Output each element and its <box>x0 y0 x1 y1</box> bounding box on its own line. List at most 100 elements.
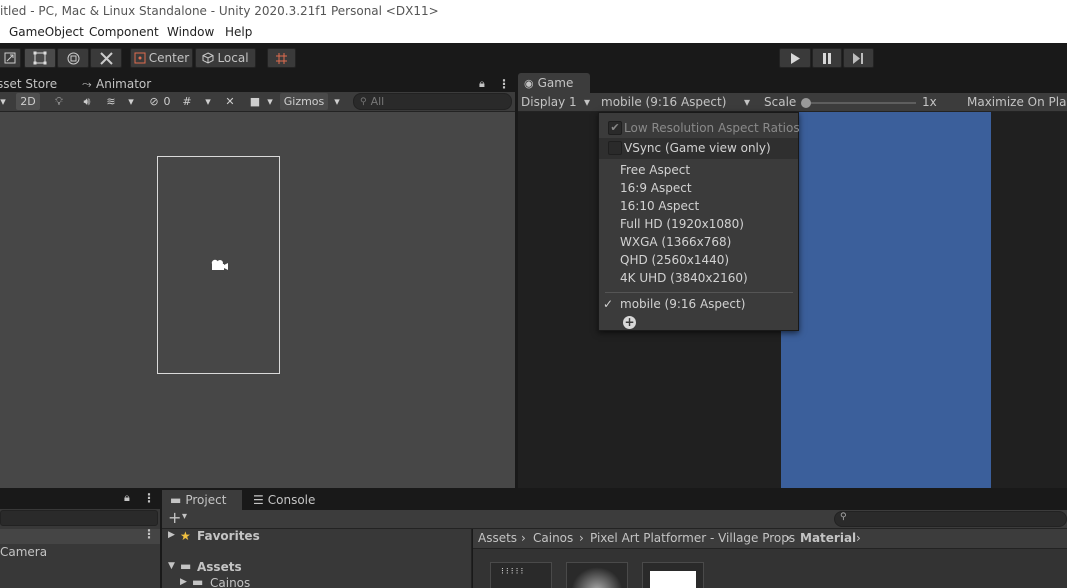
tab-asset-store[interactable]: sset Store <box>0 76 57 92</box>
rect-tool-button[interactable] <box>24 48 56 68</box>
cainos-folder-label[interactable]: Cainos <box>210 576 250 588</box>
create-dropdown-arrow-icon[interactable]: ▾ <box>182 511 187 522</box>
breadcrumb-separator-icon: › <box>579 531 584 545</box>
audio-toggle-icon[interactable]: 🔊︎ <box>76 93 98 110</box>
vsync-toggle[interactable]: VSync (Game view only) <box>599 138 798 159</box>
scene-tools-icon[interactable]: ✕ <box>221 93 239 110</box>
camera-settings-icon[interactable]: ■ <box>247 93 263 110</box>
tab-console[interactable]: ☰ Console <box>247 490 327 510</box>
menu-gameobject[interactable]: GameObject <box>9 22 84 42</box>
aspect-option-free[interactable]: Free Aspect <box>599 161 798 179</box>
hierarchy-item-camera[interactable]: Camera <box>0 545 47 559</box>
play-icon <box>791 52 800 64</box>
low-resolution-toggle[interactable]: ✔ Low Resolution Aspect Ratios <box>599 119 800 137</box>
breadcrumb-material[interactable]: Material <box>800 531 856 545</box>
scale-value: 1x <box>922 95 937 109</box>
scale-slider-handle[interactable] <box>801 98 811 108</box>
aspect-option-mobile[interactable]: ✓ mobile (9:16 Aspect) <box>599 295 798 313</box>
aspect-option-16-10[interactable]: 16:10 Aspect <box>599 197 798 215</box>
tab-game[interactable]: ◉ Game <box>518 73 590 93</box>
grid-dropdown-arrow-icon[interactable]: ▾ <box>201 93 215 110</box>
breadcrumb-separator-icon: › <box>521 531 526 545</box>
create-asset-button[interactable]: + <box>168 508 181 527</box>
low-resolution-label: Low Resolution Aspect Ratios <box>624 121 800 135</box>
low-resolution-checkbox[interactable]: ✔ <box>608 121 622 135</box>
asset-thumbnail-dots: ⁝⁝⁝⁝⁝ <box>501 567 526 577</box>
breadcrumb-cainos[interactable]: Cainos <box>533 531 573 545</box>
scale-tool-icon <box>4 52 15 64</box>
hierarchy-panel: 🔒︎ ⋮ ⋮ Camera <box>0 490 160 588</box>
project-toolbar: + ▾ ⚲ <box>162 508 1067 529</box>
game-tab-bar <box>518 73 1067 93</box>
effects-toggle-icon[interactable]: ≋ <box>100 93 122 110</box>
scene-search-placeholder: All <box>370 95 385 108</box>
window-title: itled - PC, Mac & Linux Standalone - Uni… <box>0 4 439 18</box>
vsync-checkbox[interactable] <box>608 141 622 155</box>
scale-slider-track[interactable] <box>806 102 916 104</box>
aspect-select[interactable]: mobile (9:16 Aspect) <box>601 94 726 111</box>
add-aspect-icon[interactable]: + <box>623 316 636 329</box>
gizmos-button[interactable]: Gizmos <box>280 93 328 110</box>
hierarchy-search-input[interactable] <box>0 510 158 526</box>
asset-thumbnail[interactable] <box>642 562 704 588</box>
scale-tool-button[interactable] <box>0 48 21 68</box>
game-tab-label: Game <box>537 76 574 90</box>
aspect-dropdown-arrow-icon[interactable]: ▾ <box>744 94 750 111</box>
shading-dropdown-arrow-icon[interactable]: ▾ <box>0 93 8 110</box>
grid-snap-button[interactable] <box>267 48 296 68</box>
aspect-option-full-hd[interactable]: Full HD (1920x1080) <box>599 215 798 233</box>
gizmos-dropdown-arrow-icon[interactable]: ▾ <box>330 93 344 110</box>
play-button[interactable] <box>779 48 811 68</box>
assets-folder-icon: ▬ <box>180 559 192 573</box>
aspect-option-4k-uhd[interactable]: 4K UHD (3840x2160) <box>599 269 798 287</box>
hierarchy-more-icon[interactable]: ⋮ <box>143 491 155 505</box>
assets-expand-icon[interactable]: ▼ <box>168 561 175 571</box>
grid-toggle-icon[interactable]: # <box>177 93 197 110</box>
more-options-icon[interactable]: ⋮ <box>498 76 510 92</box>
menu-help[interactable]: Help <box>225 22 252 42</box>
tab-animator[interactable]: Animator <box>96 76 151 92</box>
lighting-toggle-icon[interactable]: 💡︎ <box>48 93 70 110</box>
favorites-label[interactable]: Favorites <box>197 529 260 543</box>
pause-button[interactable] <box>812 48 842 68</box>
hierarchy-row-more-icon[interactable]: ⋮ <box>143 527 155 541</box>
aspect-option-qhd[interactable]: QHD (2560x1440) <box>599 251 798 269</box>
transform-tool-button[interactable] <box>57 48 89 68</box>
maximize-on-play-toggle[interactable]: Maximize On Play <box>967 94 1067 111</box>
asset-thumbnail[interactable] <box>566 562 628 588</box>
lock-icon[interactable]: 🔒︎ <box>479 76 485 92</box>
effects-dropdown-arrow-icon[interactable]: ▾ <box>124 93 138 110</box>
camera-gizmo-icon[interactable] <box>209 258 229 275</box>
grid-snap-icon <box>276 52 287 64</box>
hidden-objects-icon[interactable]: ⊘ <box>145 93 163 110</box>
project-search-input[interactable]: ⚲ <box>834 511 1067 527</box>
pivot-icon <box>134 52 146 64</box>
assets-label[interactable]: Assets <box>197 560 242 574</box>
menu-window[interactable]: Window <box>167 22 214 42</box>
console-icon: ☰ <box>253 493 264 507</box>
window-title-bar: itled - PC, Mac & Linux Standalone - Uni… <box>0 0 1067 22</box>
custom-tool-button[interactable] <box>90 48 122 68</box>
tab-project[interactable]: ▬ Project <box>162 490 242 510</box>
scene-search-input[interactable]: ⚲ All <box>353 93 512 110</box>
display-select[interactable]: Display 1 <box>521 94 577 111</box>
cainos-expand-icon[interactable]: ▶ <box>180 577 187 587</box>
display-dropdown-arrow-icon[interactable]: ▾ <box>584 94 590 111</box>
breadcrumb-village-props[interactable]: Pixel Art Platformer - Village Props <box>590 531 795 545</box>
favorites-expand-icon[interactable]: ▶ <box>168 530 175 540</box>
main-toolbar: Center Local <box>0 43 1067 73</box>
camera-dropdown-arrow-icon[interactable]: ▾ <box>263 93 277 110</box>
menu-component[interactable]: Component <box>89 22 159 42</box>
step-button[interactable] <box>843 48 874 68</box>
aspect-option-16-9[interactable]: 16:9 Aspect <box>599 179 798 197</box>
breadcrumb-assets[interactable]: Assets <box>478 531 517 545</box>
hierarchy-header-row: ⋮ <box>0 527 160 544</box>
pivot-local-button[interactable]: Local <box>195 48 256 68</box>
space-label: Local <box>217 51 249 65</box>
hierarchy-lock-icon[interactable]: 🔒︎ <box>124 491 130 505</box>
asset-thumbnail[interactable]: ⁝⁝⁝⁝⁝ <box>490 562 552 588</box>
toggle-2d-button[interactable]: 2D <box>16 93 40 110</box>
cube-icon <box>202 52 214 64</box>
aspect-option-wxga[interactable]: WXGA (1366x768) <box>599 233 798 251</box>
pivot-center-button[interactable]: Center <box>130 48 193 68</box>
